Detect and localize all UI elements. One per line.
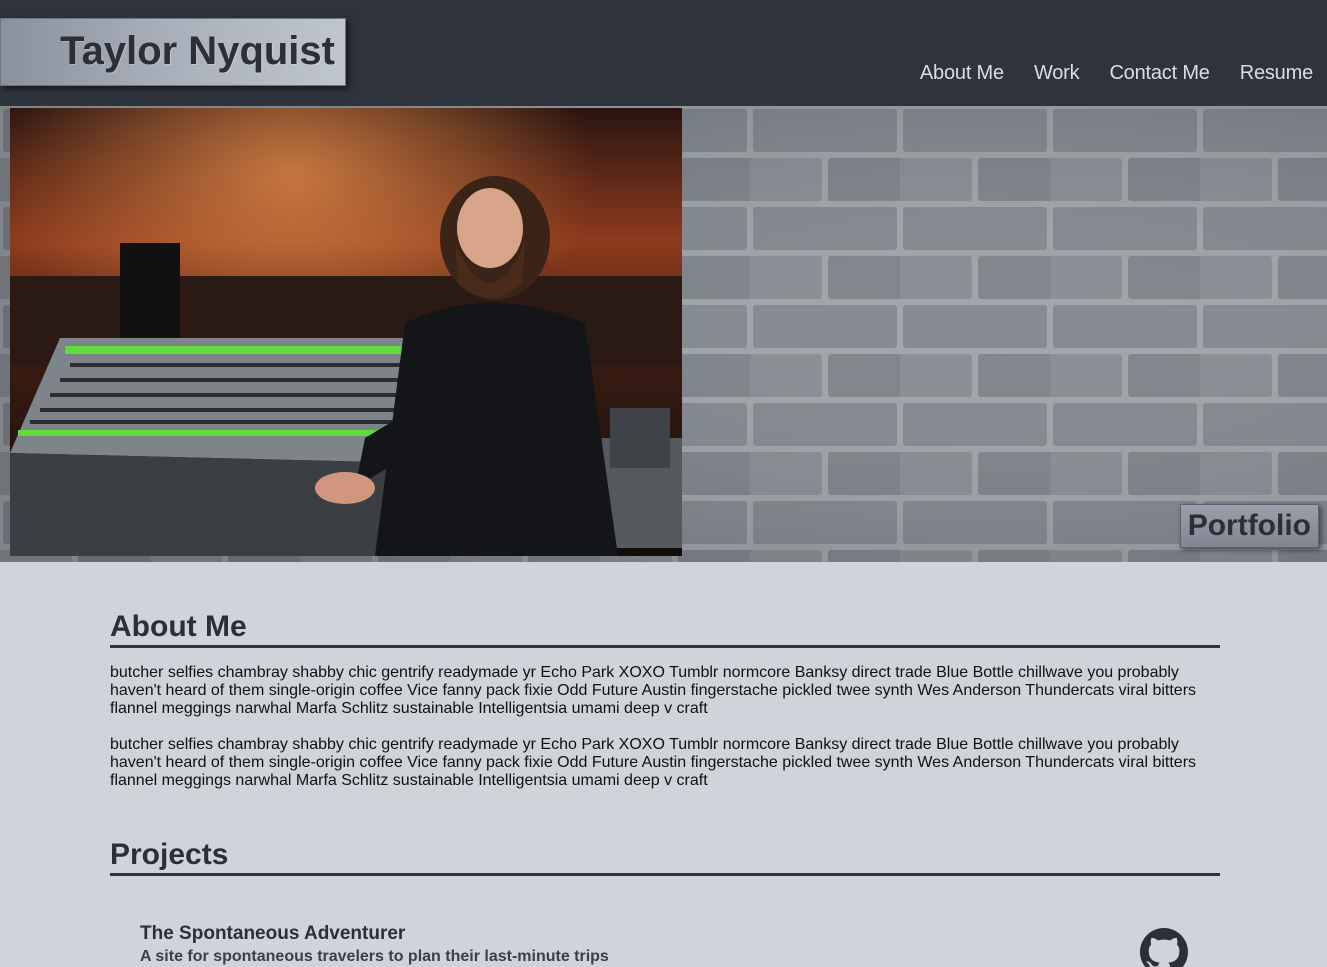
project-title[interactable]: The Spontaneous Adventurer (140, 922, 1200, 946)
project-card: The Spontaneous Adventurer A site for sp… (140, 922, 1200, 967)
hero-banner: Portfolio (0, 106, 1327, 562)
about-paragraph-1: butcher selfies chambray shabby chic gen… (110, 664, 1197, 717)
github-icon[interactable] (1140, 928, 1188, 967)
site-header: Taylor Nyquist About Me Work Contact Me … (0, 0, 1327, 106)
about-heading: About Me (110, 609, 1220, 648)
main-nav: About Me Work Contact Me Resume (920, 62, 1313, 85)
nav-resume[interactable]: Resume (1240, 62, 1313, 85)
portfolio-badge: Portfolio (1179, 504, 1319, 548)
nav-about-me[interactable]: About Me (920, 62, 1004, 85)
about-paragraph-2: butcher selfies chambray shabby chic gen… (110, 736, 1197, 789)
brand-plate[interactable]: Taylor Nyquist (0, 18, 346, 86)
profile-photo (10, 108, 682, 556)
site-title: Taylor Nyquist (60, 29, 335, 73)
nav-contact-me[interactable]: Contact Me (1109, 62, 1209, 85)
nav-work[interactable]: Work (1034, 62, 1080, 85)
project-description: A site for spontaneous travelers to plan… (140, 948, 609, 965)
projects-heading: Projects (110, 837, 1220, 876)
portfolio-badge-label: Portfolio (1187, 509, 1311, 542)
